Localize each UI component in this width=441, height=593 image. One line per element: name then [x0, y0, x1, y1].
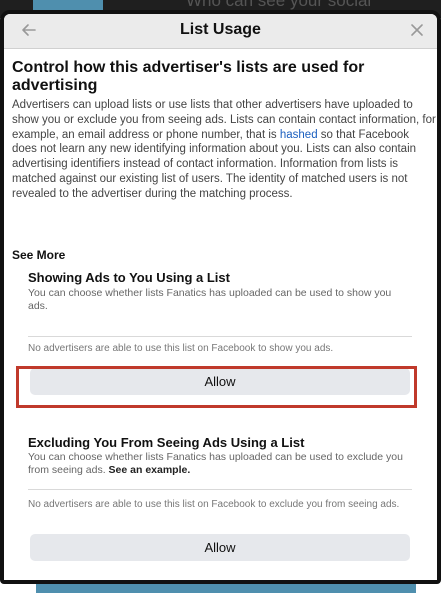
- allow-excluding-ads-button[interactable]: Allow: [30, 534, 410, 561]
- divider: [28, 489, 412, 490]
- showing-ads-subtitle: You can choose whether lists Fanatics ha…: [28, 287, 392, 312]
- excluding-ads-subtitle: You can choose whether lists Fanatics ha…: [28, 451, 403, 476]
- excluding-ads-title: Excluding You From Seeing Ads Using a Li…: [28, 435, 305, 450]
- showing-ads-title: Showing Ads to You Using a List: [28, 270, 230, 285]
- section-heading: Control how this advertiser's lists are …: [12, 59, 365, 94]
- hashed-link[interactable]: hashed: [280, 129, 318, 141]
- list-usage-dialog: List Usage Control how this advertiser's…: [0, 10, 441, 584]
- showing-ads-note: No advertisers are able to use this list…: [28, 343, 334, 354]
- description-text: Advertisers can upload lists or use list…: [12, 99, 436, 200]
- excluding-ads-note: No advertisers are able to use this list…: [28, 499, 400, 510]
- dialog-title: List Usage: [180, 21, 261, 38]
- background-bottom-bar: [36, 583, 416, 593]
- see-more-link[interactable]: See More: [12, 248, 65, 262]
- highlight-box: [16, 366, 417, 408]
- see-example-link[interactable]: See an example.: [109, 464, 191, 476]
- divider: [28, 336, 412, 337]
- close-icon[interactable]: [407, 20, 427, 40]
- dialog-header: List Usage: [4, 14, 437, 49]
